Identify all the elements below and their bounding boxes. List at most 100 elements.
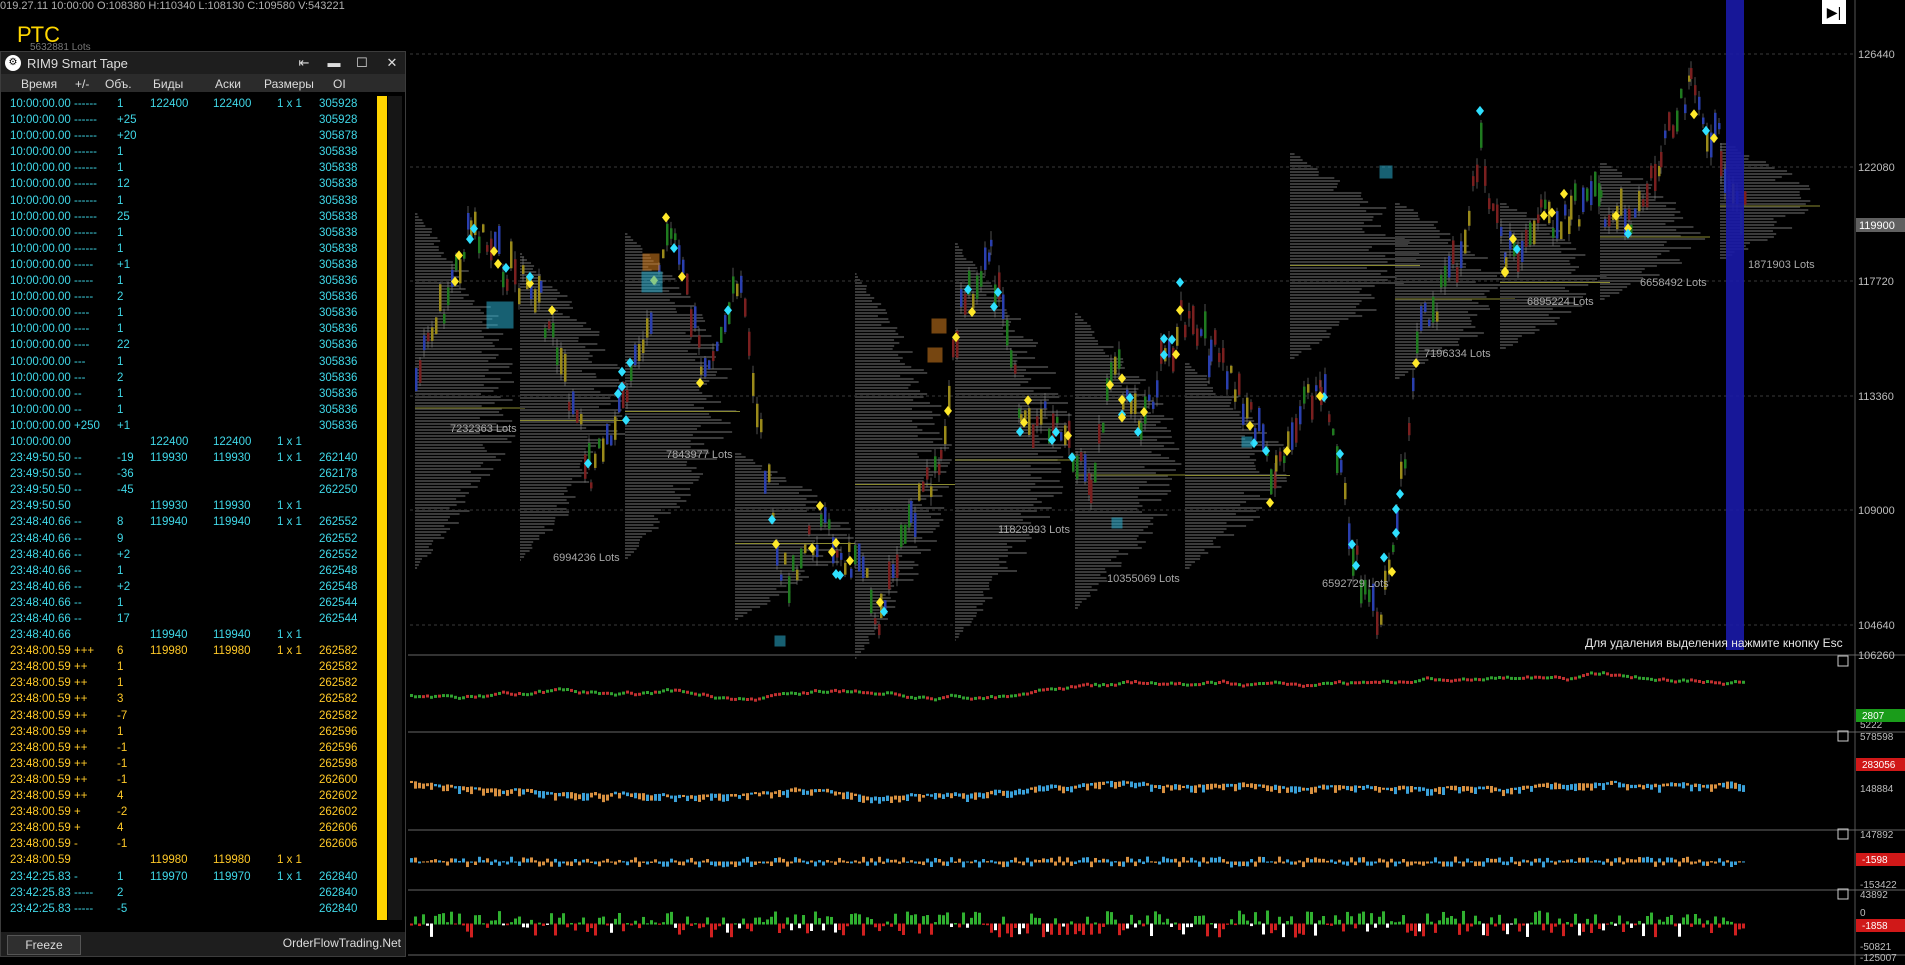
candle-body: [646, 318, 649, 338]
tape-row[interactable]: 23:48:00.59 ++ 3 262582: [7, 691, 377, 707]
tape-row[interactable]: 10:00:00.00 ---- 1 305836: [7, 305, 377, 321]
tape-row[interactable]: 10:00:00.00 ---- 1 305836: [7, 321, 377, 337]
candle-body: [1552, 228, 1555, 238]
tape-row[interactable]: 10:00:00.00 ------ 25 305838: [7, 209, 377, 225]
profile-bar: [415, 213, 418, 215]
tape-row[interactable]: 10:00:00.00 -- 1 305836: [7, 402, 377, 418]
tape-row[interactable]: 23:48:40.66 -- 9 262552: [7, 531, 377, 547]
tape-row[interactable]: 23:48:00.59- -1 262606: [7, 836, 377, 852]
maximize-button[interactable]: ☐: [351, 54, 373, 72]
tape-row[interactable]: 10:00:00.00 ------ +25 305928: [7, 112, 377, 128]
tape-row[interactable]: 10:00:00.00 ---- 22 305836: [7, 337, 377, 353]
tape-row[interactable]: 10:00:00.00 ------ 1 305838: [7, 241, 377, 257]
tape-row[interactable]: 10:00:00.00 ----- 2 305836: [7, 289, 377, 305]
cum-delta-bar: [1302, 787, 1305, 791]
tape-row[interactable]: 23:48:40.66 -- +2 262548: [7, 579, 377, 595]
delta-bar: [1526, 675, 1529, 679]
tape-row[interactable]: 23:48:00.59 + -2 262602: [7, 804, 377, 820]
tape-rows[interactable]: 10:00:00.00 ------ 1 122400 122400 1 x 1 30592…: [7, 96, 377, 920]
tape-row[interactable]: 10:00:00.00 ------ 1 305838: [7, 160, 377, 176]
tape-row[interactable]: 23:48:40.66 -- 8 119940 119940 1 x 1 262552: [7, 514, 377, 530]
go-to-end-button[interactable]: ▶|: [1822, 0, 1846, 24]
tape-row[interactable]: 23:48:40.66 -- 17 262544: [7, 611, 377, 627]
oi-bar: [454, 858, 457, 863]
profile-bar: [1395, 212, 1419, 214]
box-marker: [642, 253, 660, 271]
freeze-button[interactable]: Freeze: [7, 935, 81, 955]
smart-tape-window[interactable]: ⚙ RIM9 Smart Tape ⇤ ▬ ☐ ✕ Время +/- Объ.…: [0, 51, 406, 957]
tape-row[interactable]: 10:00:00.00 ----- +1 305838: [7, 257, 377, 273]
tape-row[interactable]: 23:48:40.66 -- +2 262552: [7, 547, 377, 563]
col-oi[interactable]: OI: [333, 77, 346, 91]
cum-delta-bar: [1530, 785, 1533, 792]
tape-titlebar[interactable]: ⚙ RIM9 Smart Tape ⇤ ▬ ☐ ✕: [1, 52, 405, 74]
tape-row[interactable]: 10:00:00.00 ------ +20 305878: [7, 128, 377, 144]
tape-row[interactable]: 10:00:00.00 -- 1 305836: [7, 386, 377, 402]
tape-row[interactable]: 23:48:00.59 ++ -7 262582: [7, 708, 377, 724]
tape-row[interactable]: 23:48:40.66 119940 119940 1 x 1: [7, 627, 377, 643]
tape-row[interactable]: 23:49:50.50 119930 119930 1 x 1: [7, 498, 377, 514]
tape-row[interactable]: 10:00:00.00 +250 +1 305836: [7, 418, 377, 434]
volume-bar: [1630, 923, 1633, 928]
tape-row[interactable]: 23:49:50.50 -- -45 262250: [7, 482, 377, 498]
tape-row[interactable]: 10:00:00.00 ------ 1 305838: [7, 193, 377, 209]
tape-row[interactable]: 23:48:00.59 ++ -1 262596: [7, 740, 377, 756]
tape-row[interactable]: 23:49:50.50 -- -36 262178: [7, 466, 377, 482]
tape-row[interactable]: 10:00:00.00 ------ 1 305838: [7, 144, 377, 160]
minimize-button[interactable]: ▬: [323, 54, 345, 72]
profile-bar: [415, 225, 426, 227]
tape-row[interactable]: 10:00:00.00 122400 122400 1 x 1: [7, 434, 377, 450]
tape-row[interactable]: 23:49:50.50 -- -19 119930 119930 1 x 1 262140: [7, 450, 377, 466]
col-time[interactable]: Время: [21, 77, 57, 91]
tape-row[interactable]: 23:48:00.59 +++ 6 119980 119980 1 x 1 262582: [7, 643, 377, 659]
col-asks[interactable]: Аски: [215, 77, 241, 91]
volume-bar: [1494, 923, 1497, 927]
tape-row[interactable]: 23:42:25.83 ----- 2 262840: [7, 885, 377, 901]
delta-bar: [682, 690, 685, 694]
delta-bar: [1106, 684, 1109, 688]
tape-row[interactable]: 10:00:00.00 ------ 12 305838: [7, 176, 377, 192]
tape-row[interactable]: 23:48:00.59 ++ -1 262600: [7, 772, 377, 788]
profile-bar: [955, 252, 963, 254]
volume-bar: [834, 923, 837, 933]
close-button[interactable]: ✕: [381, 54, 403, 72]
tape-scrollbar[interactable]: [388, 96, 402, 920]
col-bids[interactable]: Биды: [153, 77, 183, 91]
tape-row[interactable]: 10:00:00.00 --- 2 305836: [7, 370, 377, 386]
candle-body: [1586, 188, 1589, 201]
tape-row[interactable]: 23:42:25.83 ----- -5 262840: [7, 901, 377, 917]
tape-row[interactable]: 23:42:25.83-1 119970 119970 1 x 1 262840: [7, 869, 377, 885]
tape-row[interactable]: 23:48:40.66 -- 1 262544: [7, 595, 377, 611]
tape-row[interactable]: 23:48:00.59 ++ 1 262582: [7, 675, 377, 691]
col-sizes[interactable]: Размеры: [264, 77, 314, 91]
oi-bar: [1190, 857, 1193, 863]
cum-delta-bar: [1350, 786, 1353, 792]
pin-icon[interactable]: ⇤: [293, 54, 315, 72]
tape-row[interactable]: 23:48:00.59 ++ 4 262602: [7, 788, 377, 804]
tape-row[interactable]: 23:48:00.59 ++ 1 262596: [7, 724, 377, 740]
col-sign[interactable]: +/-: [75, 77, 89, 91]
tape-row[interactable]: 10:00:00.00 ------ 1 305838: [7, 225, 377, 241]
oi-bar: [894, 859, 897, 863]
tape-row[interactable]: 23:48:00.59 ++ -1 262598: [7, 756, 377, 772]
selection-highlight[interactable]: [1726, 0, 1744, 650]
profile-bar: [415, 525, 445, 527]
profile-bar: [1500, 308, 1553, 310]
profile-bar: [1395, 374, 1405, 376]
tape-row[interactable]: 23:48:00.59 +4 262606: [7, 820, 377, 836]
delta-bar: [706, 693, 709, 697]
tape-row[interactable]: 10:00:00.00 ------ 1 122400 122400 1 x 1 30592…: [7, 96, 377, 112]
profile-bar: [1185, 486, 1282, 488]
col-volume[interactable]: Объ.: [105, 77, 132, 91]
tape-row[interactable]: 23:48:40.66 -- 1 262548: [7, 563, 377, 579]
row-ask: 119940: [213, 629, 251, 642]
tape-row[interactable]: 10:00:00.00 --- 1 305836: [7, 354, 377, 370]
price-label: 126440: [1858, 49, 1895, 61]
row-oi: 305836: [319, 339, 358, 352]
tape-row[interactable]: 23:48:00.59 ++ 1 262582: [7, 659, 377, 675]
oi-bar: [1558, 860, 1561, 863]
profile-bar: [415, 564, 419, 566]
tape-row[interactable]: 23:48:00.59 119980 119980 1 x 1: [7, 852, 377, 868]
profile-bar: [855, 438, 943, 440]
tape-row[interactable]: 10:00:00.00 ----- 1 305836: [7, 273, 377, 289]
